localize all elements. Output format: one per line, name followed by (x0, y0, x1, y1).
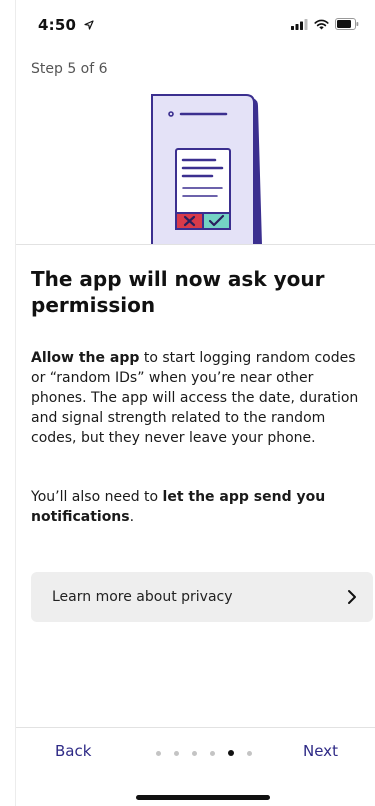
status-time-text: 4:50 (38, 16, 77, 34)
step-dot (210, 750, 215, 756)
status-bar: 4:50 (0, 0, 375, 52)
phone-permission-illustration (0, 90, 375, 246)
bottom-divider (16, 727, 375, 728)
step-dot (174, 750, 179, 756)
step-dot (192, 750, 197, 756)
location-arrow-icon (83, 20, 94, 30)
home-indicator[interactable] (136, 795, 270, 800)
status-time: 4:50 (38, 16, 94, 34)
notification-prefix: You’ll also need to (31, 489, 163, 505)
page-title: The app will now ask your permission (31, 267, 325, 317)
permission-description: Allow the app to start logging random co… (31, 348, 363, 448)
battery-icon (335, 18, 359, 30)
chevron-right-icon (347, 589, 357, 605)
learn-more-privacy-button[interactable]: Learn more about privacy (31, 572, 373, 622)
step-progress-dots (156, 750, 252, 756)
illustration-svg (151, 94, 262, 246)
notification-suffix: . (129, 509, 135, 525)
cellular-signal-icon (291, 18, 308, 30)
step-dot (156, 750, 161, 756)
step-indicator-label: Step 5 of 6 (31, 61, 108, 77)
step-dot-active (228, 750, 234, 756)
top-divider (16, 244, 375, 245)
learn-more-privacy-label: Learn more about privacy (52, 589, 233, 605)
step-dot (247, 750, 252, 756)
allow-app-emphasis: Allow the app (31, 350, 140, 366)
next-button[interactable]: Next (303, 742, 338, 760)
back-button[interactable]: Back (55, 742, 91, 760)
wifi-icon (314, 19, 329, 29)
notification-description: You’ll also need to let the app send you… (31, 487, 363, 527)
status-icons (291, 18, 359, 30)
